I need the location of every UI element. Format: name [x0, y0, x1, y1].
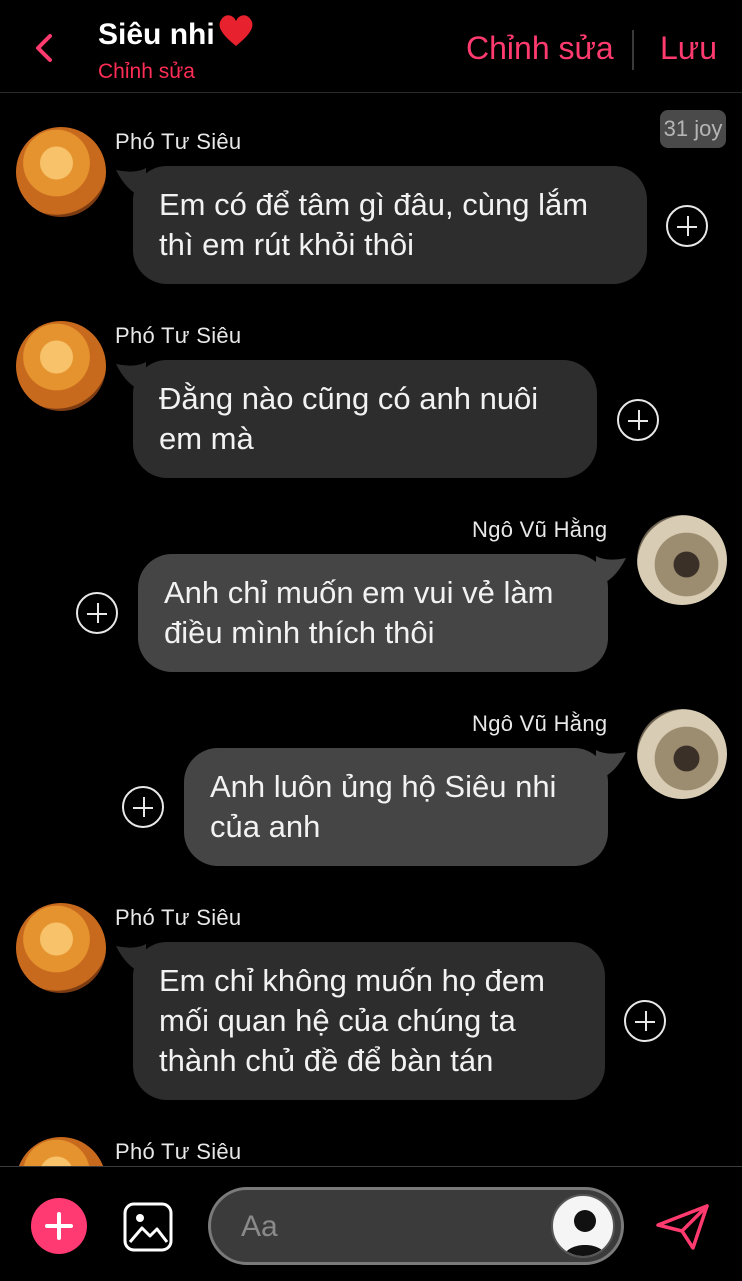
avatar[interactable]: [637, 709, 727, 799]
add-button[interactable]: [31, 1198, 87, 1254]
chat-subtitle: Chỉnh sửa: [98, 60, 195, 83]
sender-name: Phó Tư Siêu: [115, 1139, 242, 1164]
image-icon[interactable]: [123, 1202, 173, 1252]
sender-name: Ngô Vũ Hằng: [472, 711, 608, 736]
user-avatar-icon[interactable]: [551, 1194, 615, 1258]
save-button[interactable]: Lưu: [660, 30, 717, 67]
chat-title-text: Siêu nhi: [98, 18, 215, 51]
chat-title: Siêu nhi: [98, 12, 255, 52]
avatar[interactable]: [16, 321, 106, 411]
add-reaction-button[interactable]: [76, 592, 118, 634]
add-reaction-button[interactable]: [666, 205, 708, 247]
composer-bar: Aa: [0, 1166, 742, 1281]
message-input[interactable]: Aa: [208, 1187, 624, 1265]
header-divider: [632, 30, 634, 70]
message-input-placeholder: Aa: [241, 1210, 278, 1243]
send-icon[interactable]: [655, 1203, 710, 1251]
edit-button[interactable]: Chỉnh sửa: [466, 30, 614, 67]
sender-name: Ngô Vũ Hằng: [472, 517, 608, 542]
add-reaction-button[interactable]: [624, 1000, 666, 1042]
message-bubble[interactable]: Anh chỉ muốn em vui vẻ làm điều mình thí…: [138, 554, 608, 672]
message-bubble[interactable]: Em có để tâm gì đâu, cùng lắm thì em rút…: [133, 166, 647, 284]
message-bubble[interactable]: Đằng nào cũng có anh nuôi em mà: [133, 360, 597, 478]
message-bubble[interactable]: Anh luôn ủng hộ Siêu nhi của anh: [184, 748, 608, 866]
sender-name: Phó Tư Siêu: [115, 323, 242, 348]
avatar[interactable]: [637, 515, 727, 605]
status-badge: 31 joy: [660, 110, 726, 148]
back-chevron-icon[interactable]: [30, 28, 60, 68]
avatar[interactable]: [16, 903, 106, 993]
add-reaction-button[interactable]: [617, 399, 659, 441]
heart-icon: [219, 15, 253, 46]
sender-name: Phó Tư Siêu: [115, 129, 242, 154]
chat-header: Siêu nhi Chỉnh sửa Chỉnh sửa Lưu: [0, 0, 742, 93]
message-bubble[interactable]: Em chỉ không muốn họ đem mối quan hệ của…: [133, 942, 605, 1100]
sender-name: Phó Tư Siêu: [115, 905, 242, 930]
add-reaction-button[interactable]: [122, 786, 164, 828]
avatar[interactable]: [16, 127, 106, 217]
